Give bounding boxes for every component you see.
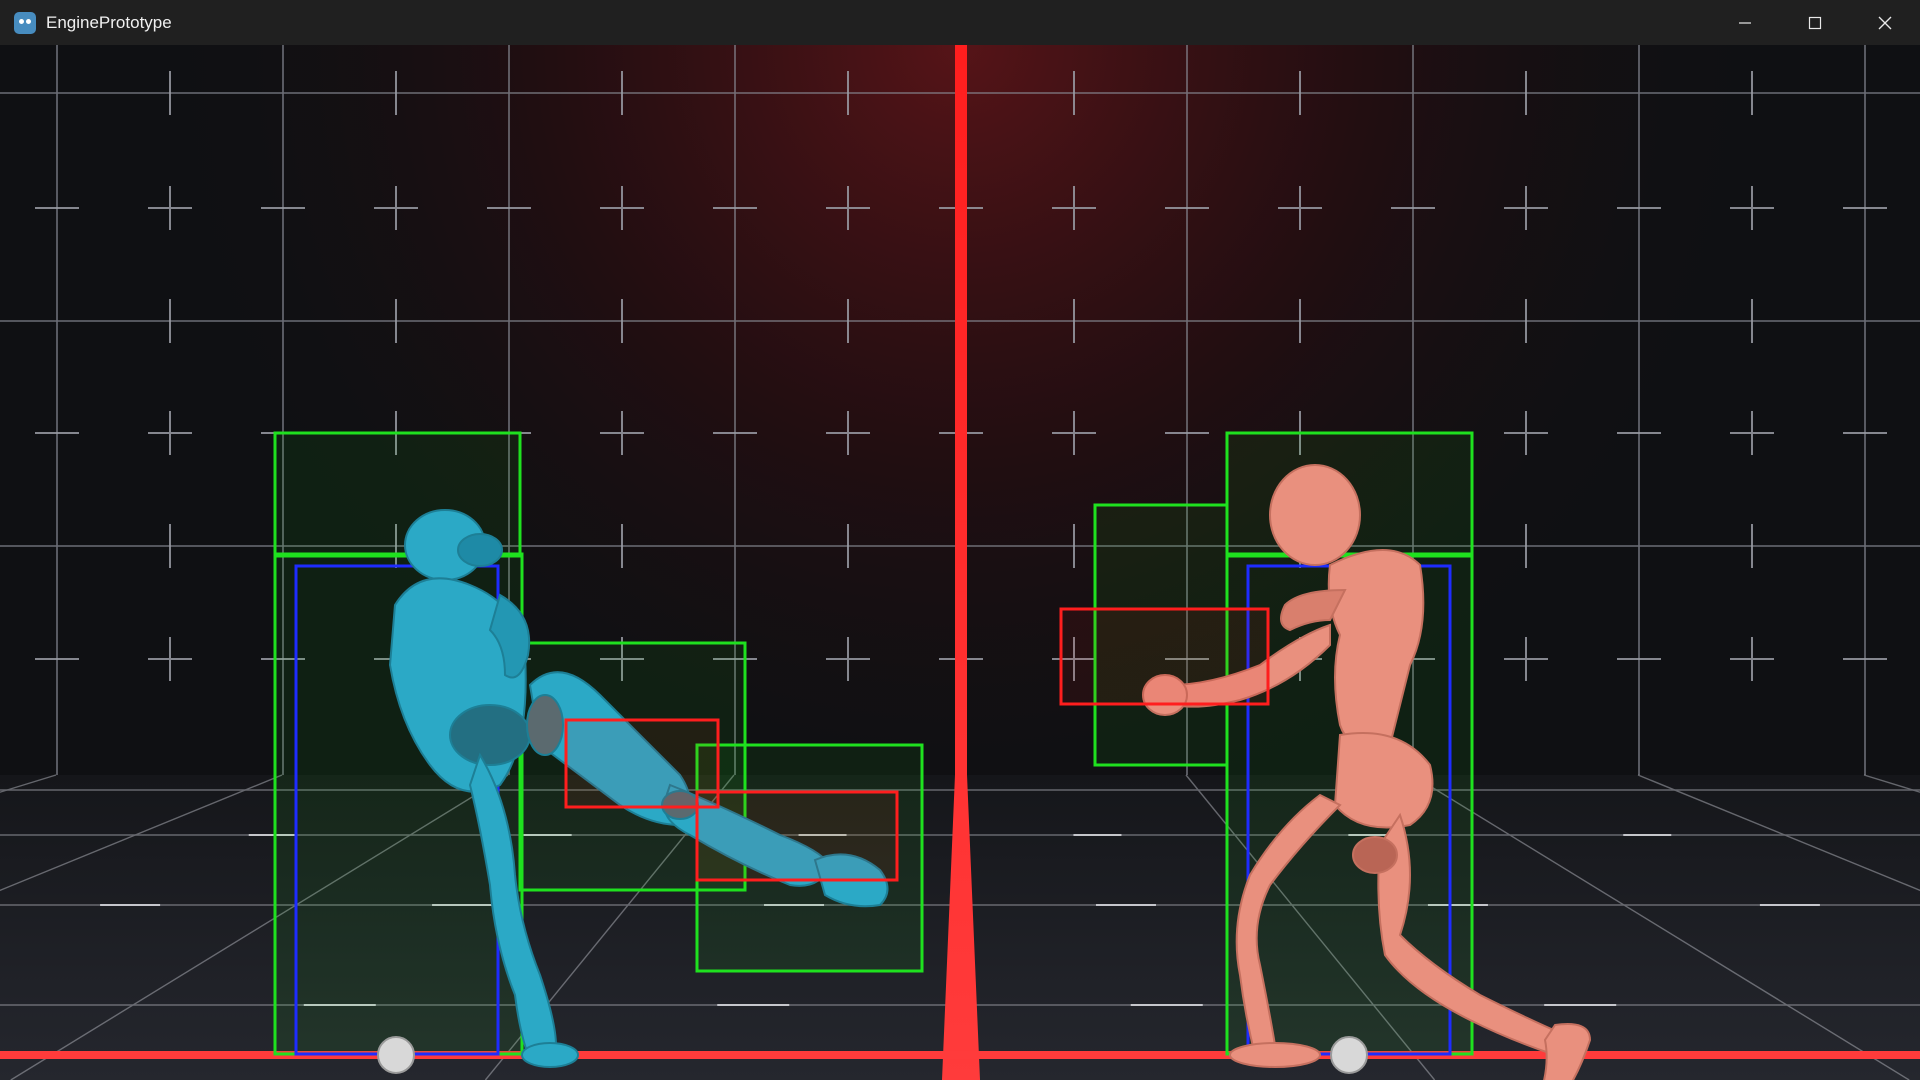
game-viewport[interactable] — [0, 45, 1920, 1080]
player2-position-marker — [1330, 1036, 1368, 1074]
window-title: EnginePrototype — [46, 12, 172, 32]
close-icon — [1878, 16, 1892, 29]
player2-hitboxes — [1059, 607, 1270, 706]
player1-foot-hitbox — [695, 790, 899, 882]
maximize-button[interactable] — [1780, 0, 1850, 45]
maximize-icon — [1808, 16, 1822, 29]
player2-punch-hitbox — [1059, 607, 1270, 706]
minimize-button[interactable] — [1710, 0, 1780, 45]
close-button[interactable] — [1850, 0, 1920, 45]
window-controls — [1710, 0, 1920, 45]
title-bar: EnginePrototype — [0, 0, 1920, 45]
godot-icon — [14, 11, 36, 34]
player1-position-marker — [377, 1036, 415, 1074]
player1-knee-hitbox — [564, 718, 720, 809]
game-scene — [0, 45, 1920, 1080]
minimize-icon — [1739, 21, 1751, 24]
